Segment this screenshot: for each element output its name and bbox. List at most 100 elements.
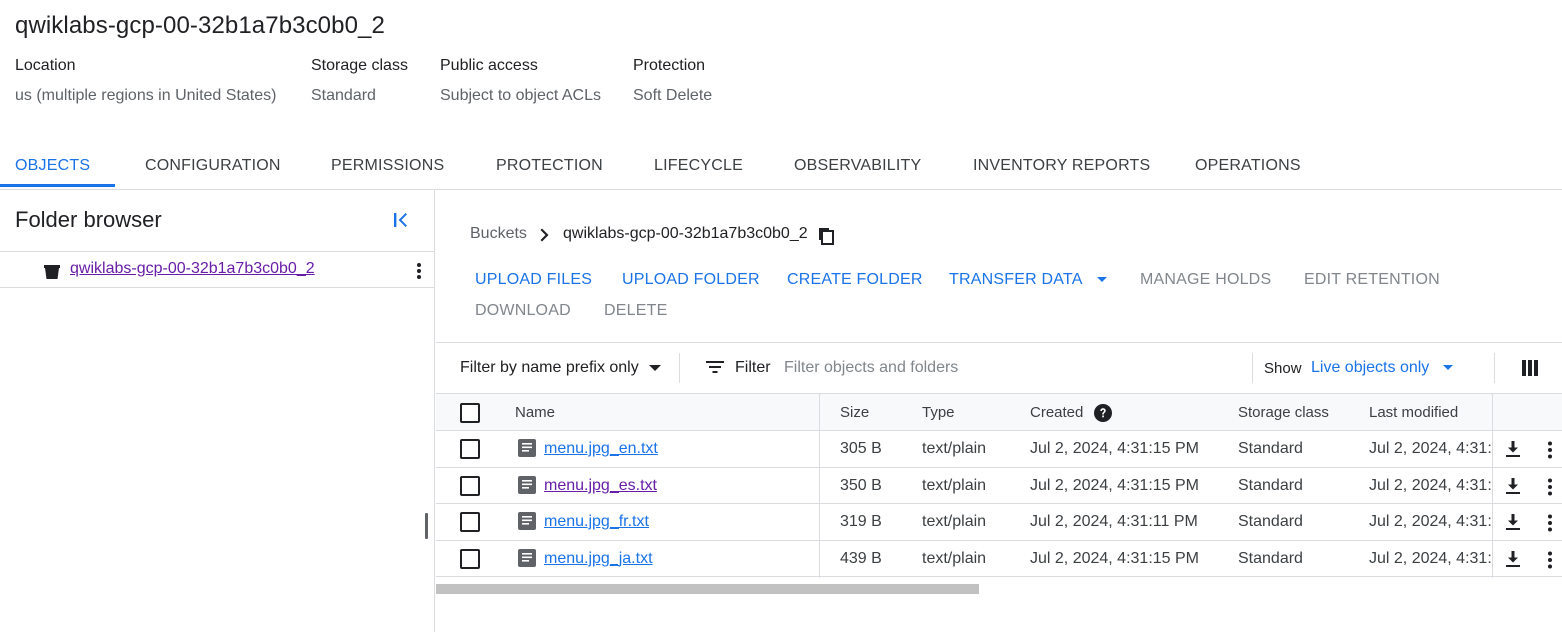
- meta-storage-class-value: Standard: [311, 87, 376, 104]
- delete-button[interactable]: DELETE: [604, 302, 667, 320]
- download-icon[interactable]: [1504, 440, 1522, 458]
- tab-bar: OBJECTS CONFIGURATION PERMISSIONS PROTEC…: [0, 143, 1562, 190]
- tab-objects[interactable]: OBJECTS: [15, 157, 90, 175]
- filter-divider: [679, 353, 680, 383]
- column-divider: [1492, 431, 1493, 468]
- file-created: Jul 2, 2024, 4:31:15 PM: [1030, 477, 1199, 494]
- folder-tree-bucket-link[interactable]: qwiklabs-gcp-00-32b1a7b3c0b0_2: [70, 260, 315, 278]
- folder-tree-item-bucket[interactable]: qwiklabs-gcp-00-32b1a7b3c0b0_2: [0, 251, 434, 288]
- file-name-link[interactable]: menu.jpg_fr.txt: [544, 513, 649, 531]
- meta-location-value: us (multiple regions in United States): [15, 87, 277, 104]
- text-file-icon: [518, 549, 536, 567]
- file-storage-class: Standard: [1238, 550, 1303, 567]
- table-header-row: Name Size Type Created Storage class Las…: [436, 393, 1562, 431]
- row-checkbox[interactable]: [460, 549, 480, 569]
- download-icon[interactable]: [1504, 477, 1522, 495]
- filter-list-icon: [706, 361, 724, 373]
- filter-label: Filter: [735, 359, 771, 376]
- file-name-link[interactable]: menu.jpg_ja.txt: [544, 550, 653, 568]
- file-size: 350 B: [840, 477, 882, 494]
- chevron-right-icon: [540, 228, 549, 242]
- column-divider: [1492, 504, 1493, 541]
- column-header-created[interactable]: Created: [1030, 404, 1112, 423]
- column-divider: [1492, 394, 1493, 431]
- tab-operations[interactable]: OPERATIONS: [1195, 157, 1301, 175]
- edit-retention-button[interactable]: EDIT RETENTION: [1304, 271, 1440, 289]
- meta-protection: Protection Soft Delete: [633, 57, 712, 105]
- filter-divider: [1494, 353, 1495, 383]
- tab-configuration[interactable]: CONFIGURATION: [145, 157, 281, 175]
- manage-holds-button[interactable]: MANAGE HOLDS: [1140, 271, 1271, 289]
- caret-down-icon: [649, 364, 662, 371]
- bucket-icon: [44, 265, 60, 279]
- column-display-icon[interactable]: [1522, 360, 1538, 376]
- more-vert-icon[interactable]: [1540, 513, 1560, 533]
- table-row[interactable]: menu.jpg_fr.txt 319 B text/plain Jul 2, …: [436, 503, 1562, 541]
- file-last-modified: Jul 2, 2024, 4:31:15 PM: [1369, 477, 1491, 494]
- tab-inventory-reports[interactable]: INVENTORY REPORTS: [973, 157, 1150, 175]
- bucket-title: qwiklabs-gcp-00-32b1a7b3c0b0_2: [15, 12, 385, 39]
- file-storage-class: Standard: [1238, 513, 1303, 530]
- tab-protection[interactable]: PROTECTION: [496, 157, 603, 175]
- tab-lifecycle[interactable]: LIFECYCLE: [654, 157, 743, 175]
- more-vert-icon[interactable]: [1540, 550, 1560, 570]
- column-divider: [819, 468, 820, 505]
- meta-protection-label: Protection: [633, 57, 706, 74]
- show-label: Show: [1264, 360, 1302, 377]
- text-file-icon: [518, 439, 536, 457]
- collapse-panel-icon[interactable]: [389, 208, 413, 232]
- filter-divider: [1252, 353, 1253, 383]
- filter-mode-select[interactable]: Filter by name prefix only: [460, 359, 662, 377]
- show-objects-select[interactable]: Live objects only: [1311, 359, 1454, 377]
- horizontal-scrollbar[interactable]: [436, 584, 979, 594]
- row-checkbox[interactable]: [460, 439, 480, 459]
- table-row[interactable]: menu.jpg_es.txt 350 B text/plain Jul 2, …: [436, 467, 1562, 505]
- column-header-storage-class[interactable]: Storage class: [1238, 404, 1329, 421]
- file-size: 305 B: [840, 440, 882, 457]
- file-name-link[interactable]: menu.jpg_en.txt: [544, 440, 658, 458]
- column-header-last-modified[interactable]: Last modified: [1369, 404, 1458, 421]
- file-name-link[interactable]: menu.jpg_es.txt: [544, 477, 657, 495]
- file-type: text/plain: [922, 477, 987, 494]
- column-divider: [819, 394, 820, 431]
- active-tab-indicator: [0, 184, 115, 187]
- file-created: Jul 2, 2024, 4:31:15 PM: [1030, 550, 1199, 567]
- tab-permissions[interactable]: PERMISSIONS: [331, 157, 444, 175]
- column-header-size[interactable]: Size: [840, 404, 869, 421]
- download-button[interactable]: DOWNLOAD: [475, 302, 571, 320]
- copy-icon[interactable]: [816, 226, 836, 246]
- caret-down-icon: [1097, 276, 1108, 282]
- more-vert-icon[interactable]: [1540, 477, 1560, 497]
- help-icon[interactable]: [1093, 404, 1112, 423]
- file-type: text/plain: [922, 513, 987, 530]
- row-checkbox[interactable]: [460, 476, 480, 496]
- download-icon[interactable]: [1504, 513, 1522, 531]
- file-size: 439 B: [840, 550, 882, 567]
- upload-files-button[interactable]: UPLOAD FILES: [475, 271, 592, 289]
- more-vert-icon[interactable]: [409, 261, 429, 281]
- create-folder-button[interactable]: CREATE FOLDER: [787, 271, 923, 289]
- select-all-checkbox[interactable]: [460, 403, 480, 423]
- meta-public-access: Public access Subject to object ACLs: [440, 57, 601, 105]
- upload-folder-button[interactable]: UPLOAD FOLDER: [622, 271, 760, 289]
- transfer-data-label: TRANSFER DATA: [949, 271, 1082, 288]
- table-row[interactable]: menu.jpg_ja.txt 439 B text/plain Jul 2, …: [436, 540, 1562, 578]
- file-created: Jul 2, 2024, 4:31:15 PM: [1030, 440, 1199, 457]
- download-icon[interactable]: [1504, 550, 1522, 568]
- column-header-type[interactable]: Type: [922, 404, 955, 421]
- filter-input[interactable]: [784, 355, 1244, 381]
- row-checkbox[interactable]: [460, 512, 480, 532]
- file-last-modified: Jul 2, 2024, 4:31:15 PM: [1369, 550, 1491, 567]
- text-file-icon: [518, 512, 536, 530]
- column-divider: [1492, 541, 1493, 578]
- panel-resize-handle[interactable]: [425, 513, 428, 539]
- column-divider: [1492, 468, 1493, 505]
- transfer-data-button[interactable]: TRANSFER DATA: [949, 271, 1108, 289]
- tab-observability[interactable]: OBSERVABILITY: [794, 157, 921, 175]
- table-row[interactable]: menu.jpg_en.txt 305 B text/plain Jul 2, …: [436, 430, 1562, 468]
- more-vert-icon[interactable]: [1540, 440, 1560, 460]
- caret-down-icon: [1442, 364, 1453, 370]
- meta-location-label: Location: [15, 57, 76, 74]
- breadcrumb-buckets[interactable]: Buckets: [470, 225, 527, 243]
- column-header-name[interactable]: Name: [515, 404, 555, 421]
